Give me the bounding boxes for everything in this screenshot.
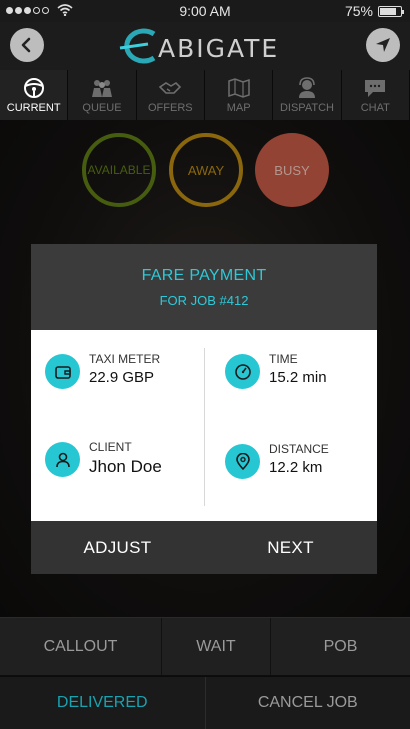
chevron-left-icon (21, 37, 31, 53)
taxi-meter-value: 22.9 GBP (89, 369, 155, 386)
chat-bubble-icon (365, 79, 386, 97)
navigate-button[interactable] (366, 28, 400, 62)
tab-chat[interactable]: CHAT (341, 70, 410, 120)
taxi-meter-info: TAXI METER 22.9 GBP (45, 352, 160, 389)
speedometer-icon (225, 354, 260, 389)
status-bar: 9:00 AM 75% (0, 0, 410, 22)
battery-fill (380, 7, 396, 15)
tab-queue[interactable]: QUEUE (68, 70, 137, 120)
people-icon (91, 79, 112, 97)
dialog-footer: ADJUST NEXT (31, 521, 377, 574)
job-action-bar: CALLOUT WAIT POB (0, 617, 410, 675)
time-info: TIME 15.2 min (225, 352, 327, 389)
fare-details: TAXI METER 22.9 GBP TIME 15.2 min CLIENT… (31, 330, 377, 521)
time-label: TIME (269, 352, 298, 366)
steering-wheel-icon (23, 77, 44, 98)
navigation-arrow-icon (376, 38, 390, 52)
cancel-job-button[interactable]: CANCEL JOB (206, 677, 410, 729)
tab-map[interactable]: MAP (204, 70, 274, 120)
client-label: CLIENT (89, 440, 132, 454)
tab-label: MAP (226, 101, 251, 114)
tab-label: OFFERS (148, 101, 193, 114)
dialog-header: FARE PAYMENT FOR JOB #412 (31, 244, 377, 330)
distance-value: 12.2 km (269, 459, 323, 476)
location-pin-icon (225, 444, 260, 479)
tab-label: QUEUE (82, 101, 122, 114)
pob-button[interactable]: POB (271, 618, 410, 675)
next-button[interactable]: NEXT (204, 521, 377, 574)
distance-info: DISTANCE 12.2 km (225, 442, 329, 479)
map-icon (227, 77, 250, 98)
tab-dispatch[interactable]: DISPATCH (273, 70, 342, 120)
job-status-bar: DELIVERED CANCEL JOB (0, 676, 410, 729)
dialog-subtitle: FOR JOB #412 (159, 292, 249, 308)
tab-current[interactable]: CURRENT (0, 70, 69, 120)
delivered-button[interactable]: DELIVERED (0, 677, 206, 729)
fare-payment-dialog: FARE PAYMENT FOR JOB #412 TAXI METER 22.… (31, 244, 377, 574)
callout-button[interactable]: CALLOUT (0, 618, 162, 675)
dialog-title: FARE PAYMENT (141, 266, 267, 284)
adjust-button[interactable]: ADJUST (31, 521, 204, 574)
logo-text: ABIGATE (158, 34, 280, 63)
tab-offers[interactable]: OFFERS (136, 70, 205, 120)
battery-icon (378, 5, 404, 17)
taxi-meter-label: TAXI METER (89, 352, 161, 366)
tab-bar: CURRENT QUEUE OFFERS MAP DISPATCH CHAT (0, 70, 410, 120)
back-button[interactable] (10, 28, 44, 62)
time-value: 15.2 min (269, 369, 327, 386)
battery-percent: 75% (344, 3, 373, 19)
person-icon (45, 442, 80, 477)
client-value: Jhon Doe (89, 457, 162, 476)
distance-label: DISTANCE (269, 442, 329, 456)
handshake-icon (159, 81, 182, 94)
wallet-icon (45, 354, 80, 389)
client-info: CLIENT Jhon Doe (45, 440, 162, 477)
column-divider (204, 348, 205, 506)
logo-c-mark (119, 28, 156, 64)
tab-label: CURRENT (6, 101, 61, 114)
tab-label: DISPATCH (279, 101, 334, 114)
headset-icon (298, 76, 315, 98)
app-header: ABIGATE (0, 22, 410, 70)
tab-label: CHAT (360, 101, 390, 114)
cabigate-logo: ABIGATE (118, 26, 288, 66)
wait-button[interactable]: WAIT (162, 618, 271, 675)
